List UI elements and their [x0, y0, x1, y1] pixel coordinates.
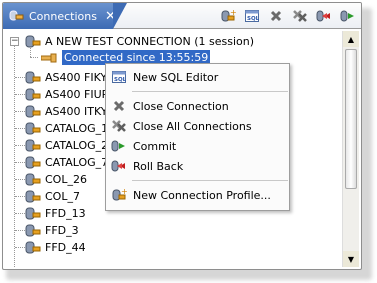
svg-text:SQL: SQL — [114, 77, 127, 83]
vertical-scrollbar[interactable]: ▲ ▼ — [342, 31, 359, 267]
tree-line — [15, 179, 25, 180]
menu-item-label: Close All Connections — [133, 119, 252, 133]
tab-title: Connections — [29, 9, 97, 23]
commit-button[interactable] — [339, 7, 357, 25]
rollback-button[interactable] — [315, 7, 333, 25]
new-connection-icon: + — [111, 187, 127, 203]
close-tab-icon[interactable]: ✕ — [105, 9, 116, 24]
collapse-expander[interactable]: − — [10, 37, 19, 46]
tree-line — [30, 57, 38, 58]
tree-line — [15, 196, 25, 197]
database-connection-icon — [25, 156, 41, 173]
connections-icon — [9, 9, 25, 23]
tree-item-label: COL_7 — [45, 190, 80, 203]
menu-item-commit[interactable]: Commit — [108, 137, 288, 155]
rollback-icon — [316, 10, 330, 22]
scroll-up-icon[interactable]: ▲ — [343, 31, 359, 47]
plug-icon — [40, 53, 59, 66]
close-all-connections-button[interactable] — [291, 7, 309, 25]
tree-item-label: FFD_13 — [45, 207, 86, 220]
context-menu: SQL New SQL Editor Close Connection Clos… — [105, 63, 290, 211]
scroll-thumb[interactable] — [345, 49, 357, 189]
tree-line — [15, 247, 25, 248]
menu-item-new-sql-editor[interactable]: SQL New SQL Editor — [108, 68, 288, 86]
close-connection-button[interactable] — [267, 7, 285, 25]
tree-line — [15, 213, 25, 214]
database-connection-icon — [25, 241, 41, 258]
new-sql-editor-button[interactable]: SQL — [243, 7, 261, 25]
new-connection-profile-button[interactable]: + — [219, 7, 237, 25]
tree-line — [15, 77, 25, 78]
tree-item-label: COL_26 — [45, 173, 87, 186]
database-connection-icon — [25, 190, 41, 207]
tree-line — [15, 230, 25, 231]
svg-text:SQL: SQL — [247, 16, 260, 22]
database-connection-icon — [25, 224, 41, 241]
tree-item-label: CATALOG_2 — [45, 139, 109, 152]
database-connection-icon — [25, 105, 41, 122]
database-connection-icon — [25, 71, 41, 88]
tree-line — [15, 162, 25, 163]
tree-item-label: FFD_3 — [45, 224, 79, 237]
tree-line — [15, 111, 25, 112]
menu-item-close-all-connections[interactable]: Close All Connections — [108, 117, 288, 135]
tree-item-label: FFD_44 — [45, 241, 86, 254]
menu-item-roll-back[interactable]: Roll Back — [108, 157, 288, 175]
database-connection-icon — [25, 207, 41, 224]
close-all-icon — [111, 118, 127, 134]
svg-text:+: + — [230, 8, 236, 17]
tree-line — [15, 145, 25, 146]
menu-item-label: Roll Back — [133, 159, 184, 173]
database-connection-icon — [25, 88, 41, 105]
rollback-icon — [111, 158, 127, 174]
menu-item-label: New Connection Profile... — [133, 188, 271, 202]
close-all-icon — [293, 10, 307, 22]
menu-item-label: Close Connection — [133, 99, 229, 113]
new-connection-icon: + — [221, 8, 236, 22]
menu-separator — [132, 180, 288, 181]
database-connection-icon — [25, 139, 41, 156]
menu-item-label: New SQL Editor — [133, 70, 219, 84]
tree-line — [15, 128, 25, 129]
menu-item-label: Commit — [133, 139, 177, 153]
tree-line — [14, 45, 15, 267]
tree-line — [15, 94, 25, 95]
scroll-down-icon[interactable]: ▼ — [343, 251, 359, 267]
database-connection-icon — [25, 35, 41, 52]
view-tab-bar: Connections ✕ + SQL — [3, 3, 361, 29]
sql-editor-icon: SQL — [245, 10, 260, 22]
tree-item-label: AS400 FIKY — [45, 71, 108, 84]
menu-item-close-connection[interactable]: Close Connection — [108, 97, 288, 115]
commit-icon — [111, 138, 127, 154]
menu-item-new-connection-profile[interactable]: + New Connection Profile... — [108, 186, 288, 204]
svg-text:+: + — [121, 187, 127, 196]
menu-separator — [132, 91, 288, 92]
tab-connections[interactable]: Connections ✕ — [3, 3, 127, 29]
tree-item-label: CATALOG_7 — [45, 156, 109, 169]
database-connection-icon — [25, 173, 41, 190]
close-x-icon — [270, 10, 282, 22]
commit-icon — [340, 10, 354, 22]
connections-view: Connections ✕ + SQL — [2, 2, 362, 270]
close-x-icon — [111, 98, 127, 114]
database-connection-icon — [25, 122, 41, 139]
tree-item-label: AS400 ITKY — [45, 105, 108, 118]
tree-item-label: CATALOG_1 — [45, 122, 109, 135]
tree-item-label: AS400 FIUPI — [45, 88, 112, 101]
tree-item-label: A NEW TEST CONNECTION (1 session) — [45, 35, 255, 48]
sql-editor-icon: SQL — [111, 69, 127, 85]
view-toolbar: + SQL — [219, 7, 357, 25]
